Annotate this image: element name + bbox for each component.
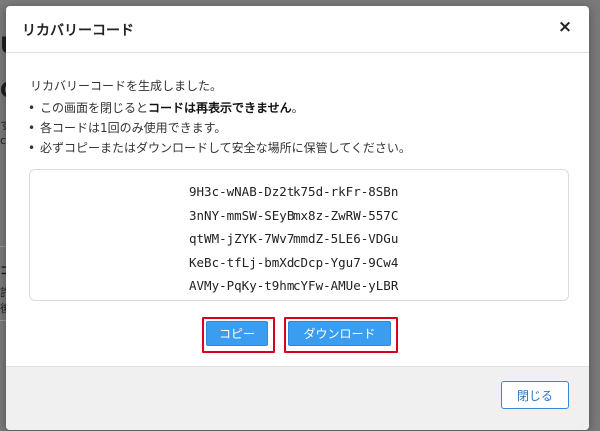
action-buttons: コピー ダウンロード	[6, 317, 589, 353]
modal-footer: 閉じる	[6, 366, 589, 430]
modal-header: リカバリーコード ×	[6, 6, 589, 53]
notice-text: この画面を閉じると	[40, 101, 149, 115]
recovery-code: KeBc-tfLj-bmXd	[189, 254, 295, 270]
recovery-code: cYFw-AMUe-yLBR	[293, 278, 399, 293]
recovery-code-modal: リカバリーコード × リカバリーコードを生成しました。 • この画面を閉じるとコー…	[6, 6, 589, 430]
recovery-code-row: 3nNY-mmSW-SEyBmx8z-ZwRW-557C	[189, 204, 398, 228]
recovery-code-list: 9H3c-wNAB-Dz2tk75d-rkFr-8SBn 3nNY-mmSW-S…	[189, 180, 398, 298]
notice-text: 。	[291, 101, 304, 115]
notice-text: 各コードは1回のみ使用できます。	[40, 121, 227, 135]
modal-title: リカバリーコード	[22, 23, 134, 39]
notice-text: 必ずコピーまたはダウンロードして安全な場所に保管してください。	[40, 141, 411, 155]
bullet-mark: •	[28, 121, 36, 135]
notice-item: • この画面を閉じるとコードは再表示できません。	[28, 98, 411, 118]
recovery-code: qtWM-jZYK-7Wv7	[189, 231, 295, 246]
recovery-code: k75d-rkFr-8SBn	[293, 184, 399, 199]
intro-text: リカバリーコードを生成しました。	[30, 79, 223, 93]
download-button[interactable]: ダウンロード	[288, 321, 391, 346]
recovery-code: 3nNY-mmSW-SEyB	[189, 207, 295, 223]
bullet-mark: •	[28, 101, 36, 115]
close-button[interactable]: 閉じる	[501, 381, 569, 409]
close-icon[interactable]: ×	[555, 17, 575, 37]
recovery-code: mmdZ-5LE6-VDGu	[293, 231, 399, 246]
copy-button[interactable]: コピー	[206, 321, 268, 346]
recovery-code: cDcp-Ygu7-9Cw4	[293, 254, 399, 270]
notice-item: • 各コードは1回のみ使用できます。	[28, 118, 411, 138]
recovery-code-box: 9H3c-wNAB-Dz2tk75d-rkFr-8SBn 3nNY-mmSW-S…	[29, 169, 569, 301]
notice-list: • この画面を閉じるとコードは再表示できません。 • 各コードは1回のみ使用できます…	[28, 98, 411, 158]
notice-item: • 必ずコピーまたはダウンロードして安全な場所に保管してください。	[28, 138, 411, 158]
modal-body: リカバリーコードを生成しました。 • この画面を閉じるとコードは再表示できません。…	[6, 53, 589, 365]
recovery-code: mx8z-ZwRW-557C	[293, 207, 399, 223]
bullet-mark: •	[28, 141, 36, 155]
recovery-code-row: qtWM-jZYK-7Wv7mmdZ-5LE6-VDGu	[189, 227, 398, 251]
recovery-code-row: 9H3c-wNAB-Dz2tk75d-rkFr-8SBn	[189, 180, 398, 204]
recovery-code-row: AVMy-PqKy-t9hmcYFw-AMUe-yLBR	[189, 274, 398, 298]
notice-text-bold: コードは再表示できません	[148, 101, 292, 115]
recovery-code-row: KeBc-tfLj-bmXdcDcp-Ygu7-9Cw4	[189, 251, 398, 275]
recovery-code: 9H3c-wNAB-Dz2t	[189, 184, 295, 199]
recovery-code: AVMy-PqKy-t9hm	[189, 278, 295, 293]
